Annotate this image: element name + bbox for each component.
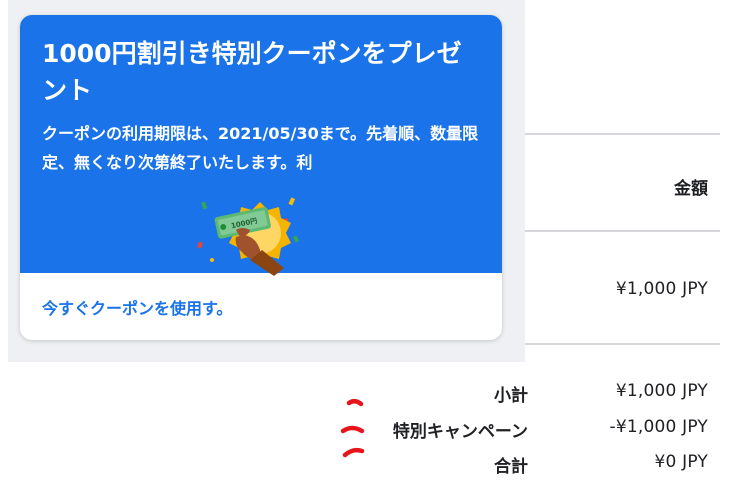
coupon-card: 1000円割引き特別クーポンをプレゼント クーポンの利用期限は、2021/05/… (20, 15, 502, 340)
confetti (201, 201, 208, 210)
total-label: 合計 (494, 457, 528, 477)
annotation-marks (340, 399, 365, 458)
line-item-amount: ¥1,000 JPY (615, 279, 708, 299)
coupon-description: クーポンの利用期限は、2021/05/30まで。先着順、数量限定、無くなり次第終… (42, 124, 479, 172)
confetti (288, 197, 296, 206)
table-divider (525, 343, 720, 345)
subtotal-value: ¥1,000 JPY (615, 381, 708, 401)
total-value: ¥0 JPY (654, 452, 708, 472)
coupon-header: 1000円割引き特別クーポンをプレゼント クーポンの利用期限は、2021/05/… (20, 15, 502, 276)
campaign-label: 特別キャンペーン (392, 422, 528, 442)
amount-column-header: 金額 (674, 179, 708, 199)
table-divider (525, 230, 720, 232)
confetti (197, 241, 203, 249)
confetti (210, 258, 214, 262)
subtotal-label: 小計 (494, 386, 528, 406)
confetti (292, 235, 300, 243)
use-coupon-link[interactable]: 今すぐクーポンを使用す。 (42, 295, 232, 319)
coupon-title: 1000円割引き特別クーポンをプレゼント (42, 39, 462, 105)
campaign-value: -¥1,000 JPY (609, 417, 708, 437)
coupon-hand-illustration: 1000円 (197, 197, 300, 276)
table-divider (525, 133, 720, 135)
